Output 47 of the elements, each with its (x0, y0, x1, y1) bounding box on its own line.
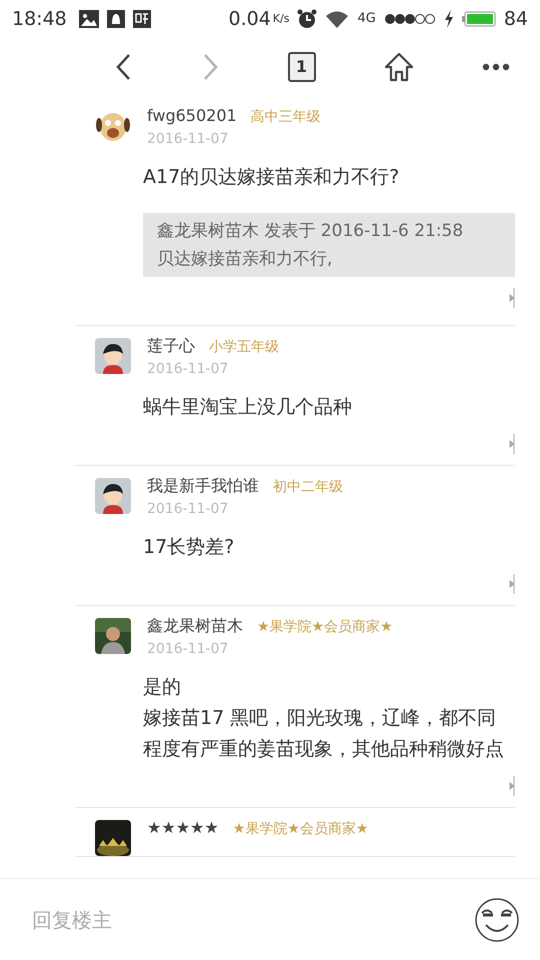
battery-level: 84 (504, 6, 528, 32)
username[interactable]: fwg650201 (147, 104, 237, 128)
username[interactable]: 莲子心 (147, 334, 195, 358)
speed-unit: K/s (272, 10, 290, 27)
user-rank: 小学五年级 (209, 338, 279, 357)
comment-text: 蜗牛里淘宝上没几个品种 (143, 395, 353, 420)
app-icon (132, 10, 151, 28)
avatar-icon (95, 478, 131, 514)
quote-text: 贝达嫁接苗亲和力不行, (157, 248, 334, 271)
emoji-button[interactable] (474, 896, 520, 942)
network-type: 4G (357, 10, 376, 28)
signal-icon (384, 13, 436, 25)
back-button[interactable] (115, 53, 133, 81)
network-speed: 0.04 (228, 6, 271, 32)
reply-field[interactable]: 回复楼主 (30, 904, 474, 936)
quote-text: 鑫龙果树苗木 发表于 2016-11-6 21:58 (157, 220, 464, 243)
user-rank: ★果学院★会员商家★ (232, 820, 368, 839)
clock-time: 18:48 (12, 6, 67, 32)
bell-icon (106, 10, 125, 28)
username[interactable]: ★★★★★ (147, 816, 219, 840)
username[interactable]: 鑫龙果树苗木 (147, 614, 243, 638)
avatar-icon (95, 338, 131, 374)
post-date: 2016-11-07 (147, 500, 230, 519)
comment-text: 嫁接苗17 黑吧，阳光玫瑰，辽峰，都不同程度有严重的姜苗现象，其他品种稍微好点 (143, 706, 505, 762)
reply-icon[interactable] (509, 574, 515, 594)
battery-icon (462, 11, 496, 27)
avatar-icon (95, 820, 131, 856)
user-rank: 初中二年级 (273, 478, 343, 497)
reply-icon[interactable] (509, 776, 515, 796)
image-icon (78, 10, 99, 28)
tab-count-button[interactable]: 1 (288, 52, 316, 82)
alarm-icon (297, 9, 318, 29)
comment-text: 是的 (143, 675, 182, 700)
charging-icon (444, 10, 454, 28)
comment-text: 17长势差? (143, 535, 236, 560)
more-button[interactable] (482, 62, 510, 72)
comment-text: A17的贝达嫁接苗亲和力不行? (143, 165, 400, 190)
home-button[interactable] (384, 52, 414, 82)
user-rank: ★果学院★会员商家★ (257, 618, 393, 637)
user-rank: 高中三年级 (250, 108, 321, 127)
post-date: 2016-11-07 (147, 360, 230, 379)
reply-icon[interactable] (509, 434, 515, 454)
post-date: 2016-11-07 (147, 640, 230, 659)
reply-icon[interactable] (509, 288, 515, 308)
post-date: 2016-11-07 (147, 130, 230, 149)
wifi-icon (325, 10, 350, 28)
username[interactable]: 我是新手我怕谁 (147, 474, 259, 498)
